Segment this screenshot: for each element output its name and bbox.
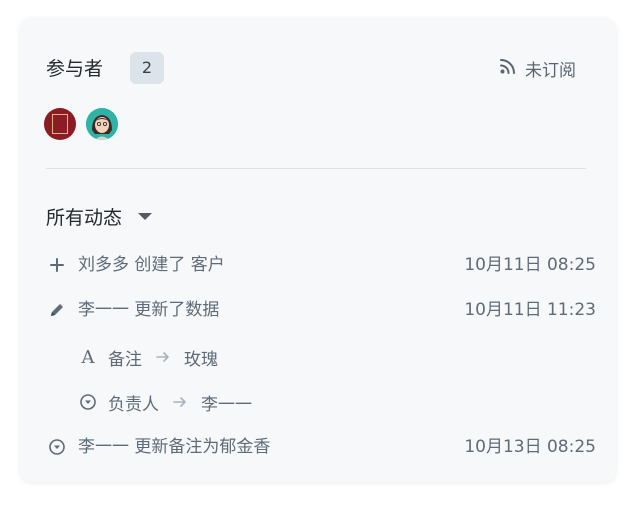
activity-text: 刘多多 创建了 客户 [78,255,225,275]
activity-time: 10月13日 08:25 [464,437,596,457]
change-field: 负责人 [108,394,159,415]
arrow-right-icon [156,350,170,364]
subscribe-label: 未订阅 [525,60,576,81]
activity-text: 李一一 更新备注为郁金香 [78,437,271,457]
field-change: 负责人 李一一 [78,388,252,416]
portrait-icon [86,108,118,140]
avatar[interactable] [86,108,118,140]
plus-icon [48,256,66,274]
subscribe-button[interactable]: 未订阅 [499,54,576,82]
participants-title: 参与者 [46,58,104,80]
field-change: A 备注 玫瑰 [78,343,219,371]
text-field-icon: A [81,346,95,368]
change-value: 李一一 [201,394,252,415]
activity-item: 李一一 更新备注为郁金香 10月13日 08:25 [46,434,596,462]
rss-icon [499,57,525,79]
seal-icon [52,114,68,134]
activity-text: 李一一 更新了数据 [78,300,220,320]
activity-time: 10月11日 11:23 [464,300,596,320]
activity-time: 10月11日 08:25 [464,255,596,275]
change-field: 备注 [108,349,142,370]
participants-header: 参与者 2 未订阅 [46,52,586,86]
participant-count-badge: 2 [130,52,164,84]
arrow-right-icon [173,395,187,409]
activity-filter-label: 所有动态 [46,206,123,229]
participants-card: 参与者 2 未订阅 所有动态 刘多多 创建了 客户 10月11日 08:25 李… [20,18,616,482]
avatar[interactable] [44,108,76,140]
pencil-icon [48,301,66,319]
caret-down-icon [138,212,153,220]
dropdown-circle-icon [48,438,66,456]
activity-filter-dropdown[interactable]: 所有动态 [46,202,153,230]
divider [46,168,586,169]
participant-avatars [44,108,128,142]
activity-item: 李一一 更新了数据 10月11日 11:23 [46,297,596,325]
activity-item: 刘多多 创建了 客户 10月11日 08:25 [46,252,596,280]
change-value: 玫瑰 [184,349,218,370]
dropdown-field-icon [78,392,98,412]
